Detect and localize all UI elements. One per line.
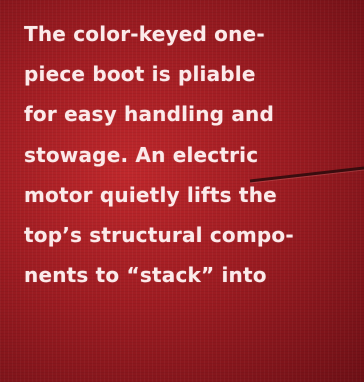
text-line-1: The color-keyed one- — [24, 22, 265, 46]
text-line-4: stowage. An electric — [24, 142, 259, 167]
text-line-5: motor quietly lifts the — [24, 182, 277, 207]
article-text: The color-keyed one- piece boot is pliab… — [24, 14, 360, 295]
text-line-7: nents to “stack” into — [24, 263, 267, 288]
text-line-2: piece boot is pliable — [24, 62, 256, 87]
text-line-6: top’s structural compo- — [24, 222, 294, 247]
text-line-3: for easy handling and — [24, 102, 275, 127]
